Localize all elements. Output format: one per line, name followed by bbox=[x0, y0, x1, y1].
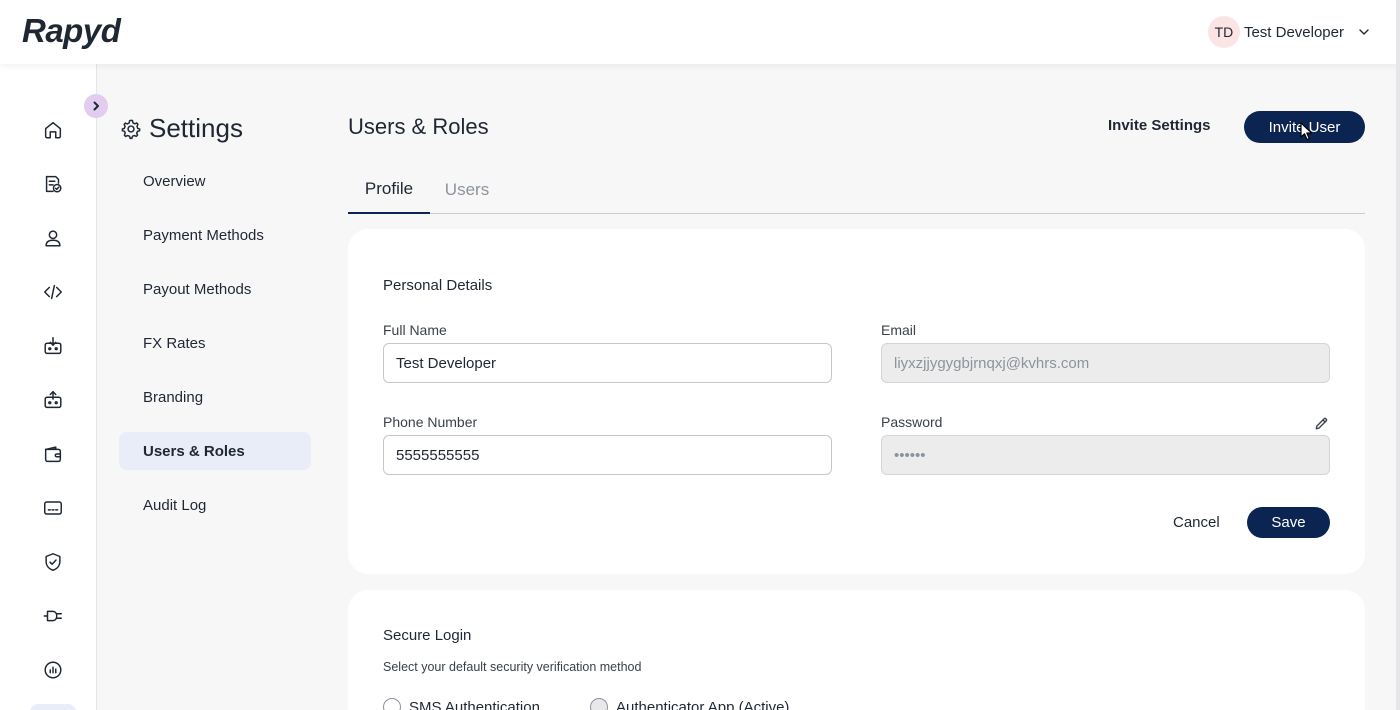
chevron-down-icon[interactable] bbox=[1358, 26, 1370, 38]
page-title: Users & Roles bbox=[348, 114, 489, 139]
secure-login-subtitle: Select your default security verificatio… bbox=[383, 660, 642, 674]
profile-tabs: Profile Users bbox=[348, 166, 1365, 214]
password-label: Password bbox=[881, 414, 943, 430]
document-check-icon[interactable] bbox=[42, 173, 64, 195]
home-icon[interactable] bbox=[42, 119, 64, 141]
authenticator-app-option[interactable]: Authenticator App (Active) bbox=[590, 698, 789, 710]
payout-in-icon[interactable] bbox=[42, 335, 64, 357]
full-name-input[interactable] bbox=[383, 343, 832, 383]
authenticator-app-label: Authenticator App (Active) bbox=[616, 698, 790, 710]
plug-icon[interactable] bbox=[42, 605, 64, 627]
save-button[interactable]: Save bbox=[1247, 507, 1330, 538]
report-chart-icon[interactable] bbox=[42, 659, 64, 681]
sidebar-expand-button[interactable] bbox=[84, 94, 108, 118]
password-field bbox=[881, 435, 1330, 475]
top-bar: Rapyd TD Test Developer bbox=[0, 0, 1400, 64]
card-icon[interactable] bbox=[42, 497, 64, 519]
sidebar-item-users-roles[interactable]: Users & Roles bbox=[119, 432, 311, 470]
sidebar-item-fx-rates[interactable]: FX Rates bbox=[119, 324, 311, 362]
settings-title: Settings bbox=[149, 113, 243, 143]
email-field bbox=[881, 343, 1330, 383]
user-icon[interactable] bbox=[42, 227, 64, 249]
scrollbar[interactable] bbox=[1396, 0, 1400, 710]
personal-details-card: Personal Details Full Name Email Phone N… bbox=[348, 229, 1365, 574]
shield-check-icon[interactable] bbox=[42, 551, 64, 573]
settings-heading: Settings bbox=[120, 113, 243, 144]
user-name[interactable]: Test Developer bbox=[1244, 24, 1344, 41]
sidebar-item-branding[interactable]: Branding bbox=[119, 378, 311, 416]
wallet-icon[interactable] bbox=[42, 443, 64, 465]
code-icon[interactable] bbox=[42, 281, 64, 303]
sidebar-item-payment-methods[interactable]: Payment Methods bbox=[119, 216, 311, 254]
secure-login-title: Secure Login bbox=[383, 627, 472, 644]
phone-number-label: Phone Number bbox=[383, 414, 478, 430]
avatar[interactable]: TD bbox=[1207, 16, 1240, 48]
icon-rail bbox=[0, 64, 97, 710]
sms-auth-label: SMS Authentication bbox=[409, 698, 540, 710]
cancel-button[interactable]: Cancel bbox=[1173, 514, 1220, 531]
authenticator-app-radio[interactable] bbox=[590, 698, 608, 710]
rapyd-logo[interactable]: Rapyd bbox=[22, 12, 121, 50]
sms-auth-radio[interactable] bbox=[383, 698, 401, 710]
tab-profile[interactable]: Profile bbox=[348, 166, 430, 214]
personal-details-title: Personal Details bbox=[383, 277, 493, 294]
full-name-label: Full Name bbox=[383, 322, 447, 338]
secure-login-card: Secure Login Select your default securit… bbox=[348, 590, 1365, 710]
email-label: Email bbox=[881, 322, 917, 338]
payout-out-icon[interactable] bbox=[42, 389, 64, 411]
sidebar-item-payout-methods[interactable]: Payout Methods bbox=[119, 270, 311, 308]
sidebar-item-overview[interactable]: Overview bbox=[119, 162, 311, 200]
invite-settings-button[interactable]: Invite Settings bbox=[1108, 117, 1211, 134]
user-menu[interactable]: TD Test Developer bbox=[1207, 16, 1370, 48]
sms-auth-option[interactable]: SMS Authentication bbox=[383, 698, 540, 710]
gear-icon bbox=[121, 119, 141, 139]
phone-number-input[interactable] bbox=[383, 435, 832, 475]
tab-users[interactable]: Users bbox=[430, 166, 504, 214]
mouse-cursor-icon bbox=[1300, 122, 1313, 141]
chevron-right-icon bbox=[93, 101, 99, 111]
rail-active-indicator bbox=[30, 704, 76, 710]
pencil-icon[interactable] bbox=[1314, 416, 1329, 431]
sidebar-item-audit-log[interactable]: Audit Log bbox=[119, 486, 311, 524]
